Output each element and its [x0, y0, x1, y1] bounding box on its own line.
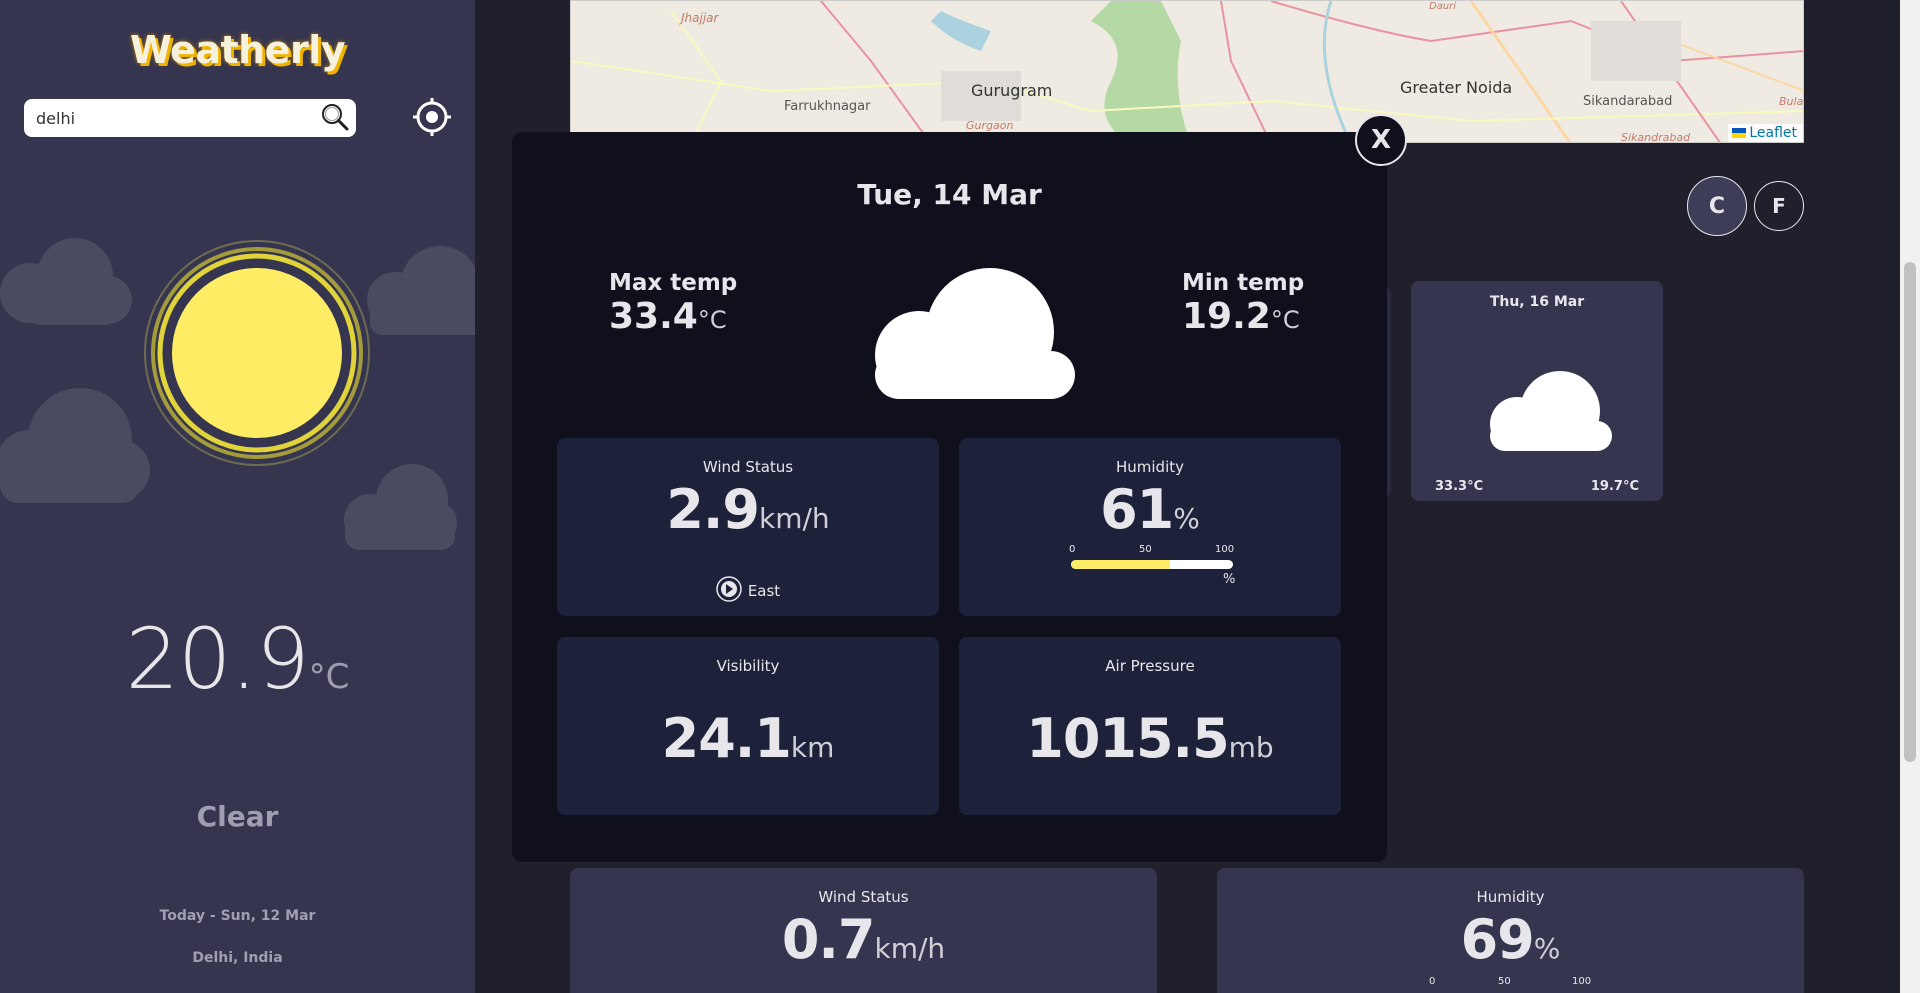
max-temp: Max temp 33.4°C [609, 270, 737, 337]
location-name: Delhi, India [192, 950, 283, 966]
wind-status-card: Wind Status 0.7km/h [570, 868, 1157, 993]
day-detail-modal: Tue, 14 Mar Max temp 33.4°C Min temp 19.… [512, 132, 1387, 862]
app-logo: Weatherly [129, 28, 346, 72]
cloud-icon [875, 268, 1075, 399]
search-input[interactable] [36, 99, 306, 137]
forecast-min-temp: 19.7°C [1590, 479, 1639, 494]
card-value: 69% [1217, 908, 1804, 971]
card-title: Wind Status [702, 458, 794, 476]
ukraine-flag-icon [1732, 128, 1747, 138]
humidity-scale-label: 100 [1572, 976, 1592, 987]
humidity-scale-label: 100 [1215, 544, 1235, 555]
map-label: Jhajjar [681, 11, 719, 25]
weather-condition: Clear [196, 800, 279, 833]
map-label: Gurgaon [966, 119, 1014, 132]
background-cloud-icon [0, 388, 150, 503]
current-temp-unit: °C [308, 657, 350, 697]
search-box [24, 99, 356, 137]
wind-speed-unit: km/h [759, 502, 830, 535]
card-value: 1015.5mb [959, 707, 1341, 770]
temp-unit: °C [1270, 306, 1300, 334]
max-temp-reading: 33.4°C [609, 296, 737, 337]
pressure-unit: mb [1228, 731, 1274, 764]
humidity-card: Humidity 61% 0 50 100 % [959, 438, 1341, 616]
max-temp-label: Max temp [609, 270, 738, 296]
wind-speed-unit: km/h [874, 932, 946, 965]
map-label: Gurugram [971, 81, 1053, 100]
cloud-icon [1490, 371, 1612, 451]
forecast-date: Thu, 16 Mar [1489, 294, 1585, 310]
background-cloud-icon [367, 246, 475, 335]
close-modal-button[interactable]: X [1355, 114, 1407, 166]
humidity-unit: % [1533, 932, 1561, 965]
min-temp-reading: 19.2°C [1182, 296, 1304, 337]
map-label: Sikandrabad [1621, 131, 1691, 143]
sidebar: Weatherly 20.9°C Clear Today - Sun, 12 M… [0, 0, 475, 993]
humidity-progress-bar [1071, 560, 1233, 569]
visibility-unit: km [790, 731, 835, 764]
min-temp-label: Min temp [1182, 270, 1305, 296]
fahrenheit-button[interactable]: F [1754, 181, 1804, 231]
humidity-unit: % [1173, 502, 1200, 535]
humidity-scale-label: 50 [1139, 544, 1152, 555]
humidity-card: Humidity 69% 0 50 100 [1217, 868, 1804, 993]
search-icon[interactable] [320, 102, 350, 132]
pressure-value: 1015.5 [1026, 707, 1229, 770]
map-label: Greater Noida [1400, 78, 1513, 97]
humidity-scale-label: 0 [1069, 544, 1076, 555]
max-temp-value: 33.4 [609, 296, 698, 337]
today-date: Today - Sun, 12 Mar [159, 908, 316, 924]
temp-unit: °C [697, 306, 727, 334]
card-title: Air Pressure [1105, 657, 1195, 675]
map-label: Bula [1779, 95, 1804, 108]
card-title: Humidity [1115, 458, 1184, 476]
sun-icon [144, 240, 370, 466]
map-roads [571, 1, 1803, 142]
humidity-progress-fill [1071, 560, 1170, 569]
map-label: Dauri [1429, 1, 1457, 12]
humidity-scale-label: 50 [1498, 976, 1511, 987]
wind-direction: East [557, 576, 939, 602]
wind-speed-value: 0.7 [781, 908, 876, 971]
leaflet-attribution-link[interactable]: Leaflet [1728, 124, 1803, 142]
current-temperature: 20.9°C [0, 610, 475, 708]
current-temp-value: 20.9 [125, 610, 310, 708]
attribution-text: Leaflet [1749, 125, 1797, 141]
visibility-value: 24.1 [661, 707, 792, 770]
scrollbar-thumb[interactable] [1904, 262, 1916, 762]
map-label: Sikandarabad [1583, 94, 1673, 109]
wind-status-card: Wind Status 2.9km/h East [557, 438, 939, 616]
humidity-value: 69 [1460, 908, 1535, 971]
map[interactable]: Jhajjar Farrukhnagar Gurugram Gurgaon Gr… [570, 0, 1804, 143]
card-value: 61% [959, 478, 1341, 541]
celsius-button[interactable]: C [1687, 176, 1747, 236]
humidity-value: 61 [1100, 478, 1174, 541]
air-pressure-card: Air Pressure 1015.5mb [959, 637, 1341, 815]
card-value: 0.7km/h [570, 908, 1157, 971]
location-target-icon[interactable] [413, 98, 451, 136]
page-scrollbar[interactable] [1900, 0, 1920, 993]
humidity-scale-unit: % [1223, 572, 1236, 587]
humidity-scale-label: 0 [1429, 976, 1436, 987]
background-cloud-icon [0, 238, 132, 325]
map-label: Farrukhnagar [784, 99, 871, 114]
min-temp: Min temp 19.2°C [1182, 270, 1304, 337]
card-title: Wind Status [818, 888, 909, 906]
card-value: 2.9km/h [557, 478, 939, 541]
min-temp-value: 19.2 [1182, 296, 1271, 337]
visibility-card: Visibility 24.1km [557, 637, 939, 815]
modal-date: Tue, 14 Mar [857, 178, 1042, 211]
card-value: 24.1km [557, 707, 939, 770]
wind-direction-label: East [747, 582, 781, 600]
forecast-max-temp: 33.3°C [1435, 479, 1484, 494]
forecast-card[interactable]: Thu, 16 Mar 33.3°C 19.7°C [1411, 281, 1663, 501]
wind-direction-icon [716, 576, 742, 602]
card-title: Visibility [716, 657, 780, 675]
card-title: Humidity [1476, 888, 1545, 906]
background-cloud-icon [344, 464, 457, 550]
wind-speed-value: 2.9 [666, 478, 760, 541]
